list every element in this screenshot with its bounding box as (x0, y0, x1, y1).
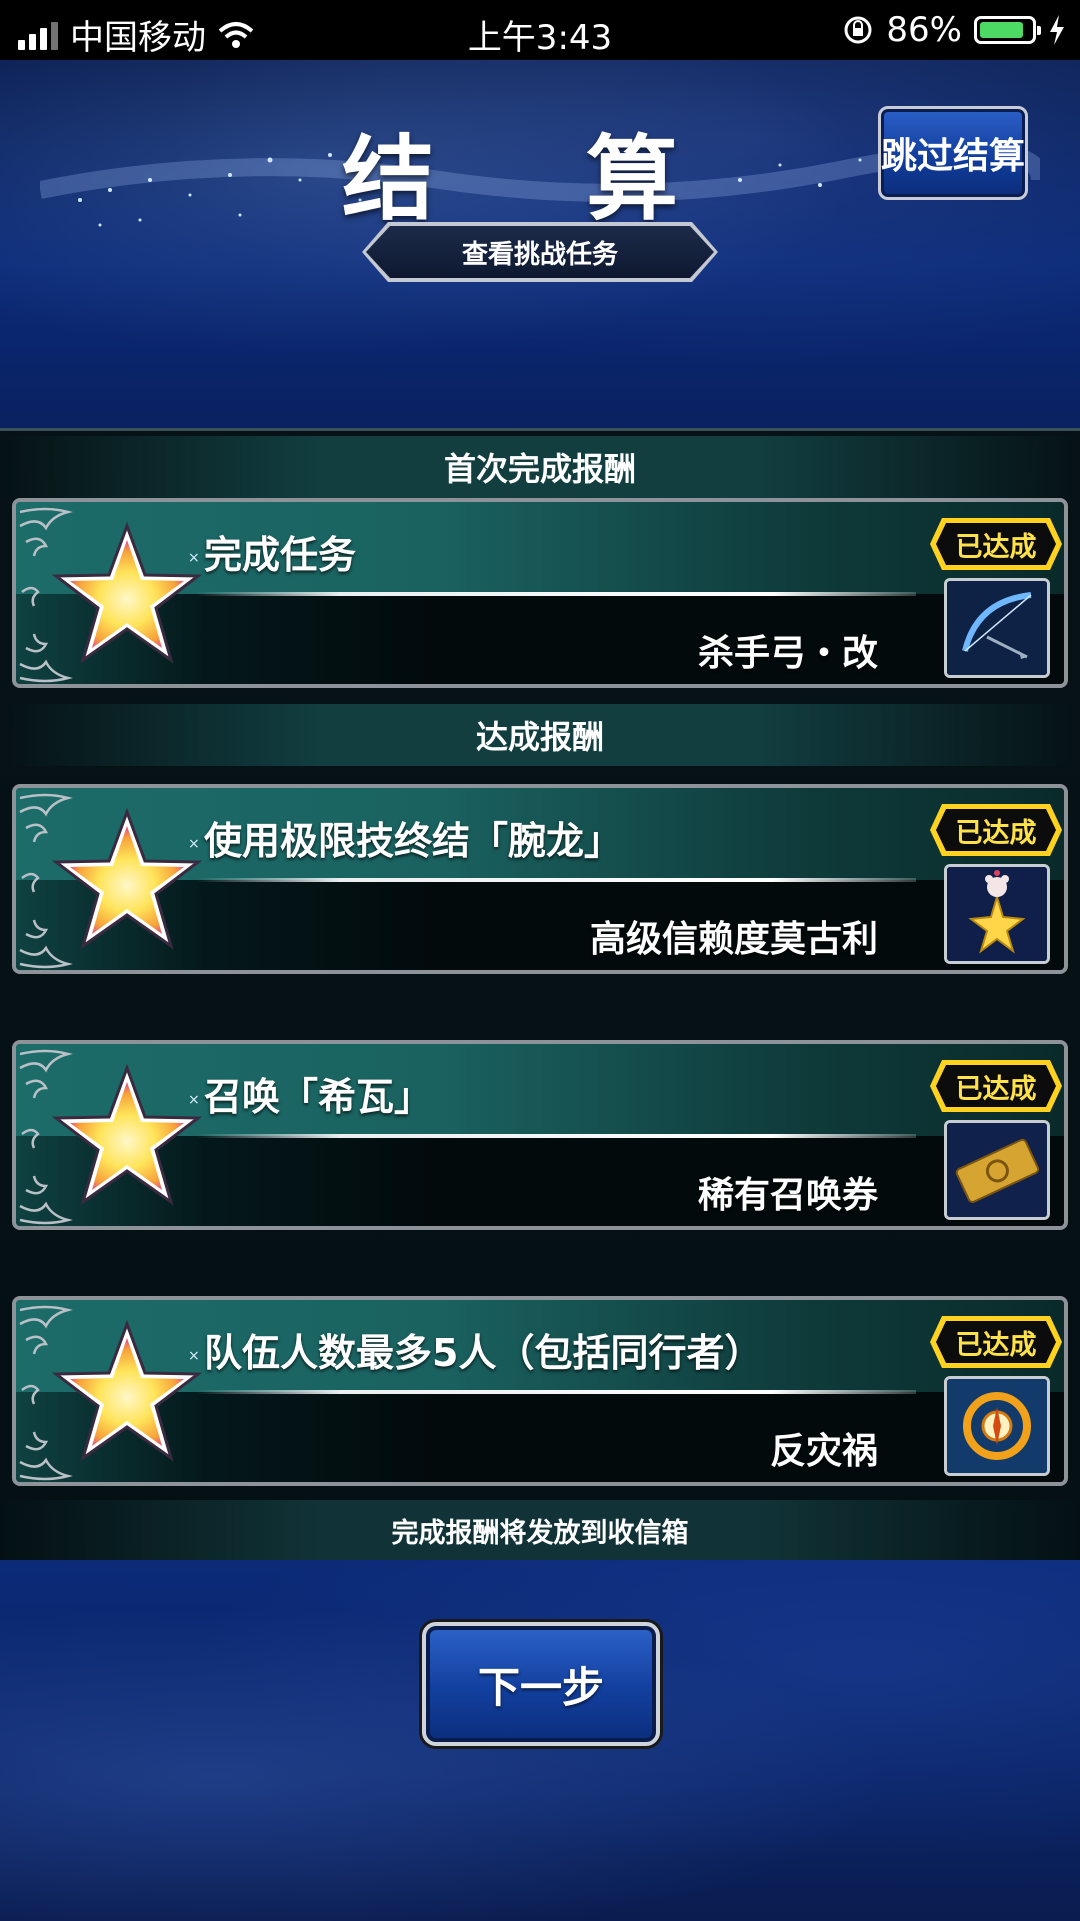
moogle-star-icon[interactable] (944, 864, 1050, 964)
achieved-badge-label: 已达成 (955, 1329, 1037, 1361)
sparkle-icon: × (188, 550, 200, 566)
section-heading-achievement: 达成报酬 (0, 704, 1080, 766)
sparkle-icon: × (188, 836, 200, 852)
star-icon (51, 520, 203, 670)
mission-title: 完成任务 (204, 533, 357, 577)
reward-card: × 召唤「希瓦」 稀有召唤券 已达成 (12, 1040, 1068, 1230)
battery-icon (974, 16, 1041, 44)
achieved-badge-label: 已达成 (955, 817, 1037, 849)
card-divider (196, 592, 916, 596)
reward-name: 稀有召唤券 (697, 1175, 878, 1216)
section-heading-first-clear: 首次完成报酬 (0, 436, 1080, 498)
view-challenges-button[interactable]: 查看挑战任务 (366, 226, 714, 278)
sparkle-icon: × (188, 1348, 200, 1364)
star-icon (51, 806, 203, 956)
achieved-badge-label: 已达成 (955, 531, 1037, 563)
reward-name: 反灾祸 (769, 1431, 878, 1472)
star-icon (51, 1062, 203, 1212)
compass-ring-icon[interactable] (944, 1376, 1050, 1476)
mission-title: 使用极限技终结「腕龙」 (204, 819, 623, 863)
reward-card: × 完成任务 杀手弓・改 已达成 (12, 498, 1068, 688)
mission-title: 召唤「希瓦」 (204, 1075, 433, 1119)
reward-card: × 使用极限技终结「腕龙」 高级信赖度莫古利 已达成 (12, 784, 1068, 974)
card-divider (196, 1134, 916, 1138)
battery-percent: 86% (886, 10, 962, 50)
sparkle-icon: × (188, 1092, 200, 1108)
bow-icon[interactable] (944, 578, 1050, 678)
next-button[interactable]: 下一步 (422, 1622, 660, 1746)
reward-card: × 队伍人数最多5人（包括同行者） 反灾祸 已达成 (12, 1296, 1068, 1486)
reward-name: 杀手弓・改 (697, 633, 878, 674)
star-icon (51, 1318, 203, 1468)
ticket-icon[interactable] (944, 1120, 1050, 1220)
reward-name: 高级信赖度莫古利 (589, 919, 878, 960)
charging-bolt-icon (1050, 15, 1064, 45)
card-divider (196, 878, 916, 882)
card-divider (196, 1390, 916, 1394)
skip-results-button[interactable]: 跳过结算 (878, 106, 1028, 200)
achieved-badge-label: 已达成 (955, 1073, 1037, 1105)
rotation-lock-icon (844, 16, 872, 44)
mission-title: 队伍人数最多5人（包括同行者） (204, 1331, 763, 1375)
status-bar: 中国移动 上午3:43 86% (0, 0, 1080, 60)
inbox-notice: 完成报酬将发放到收信箱 (0, 1500, 1080, 1560)
